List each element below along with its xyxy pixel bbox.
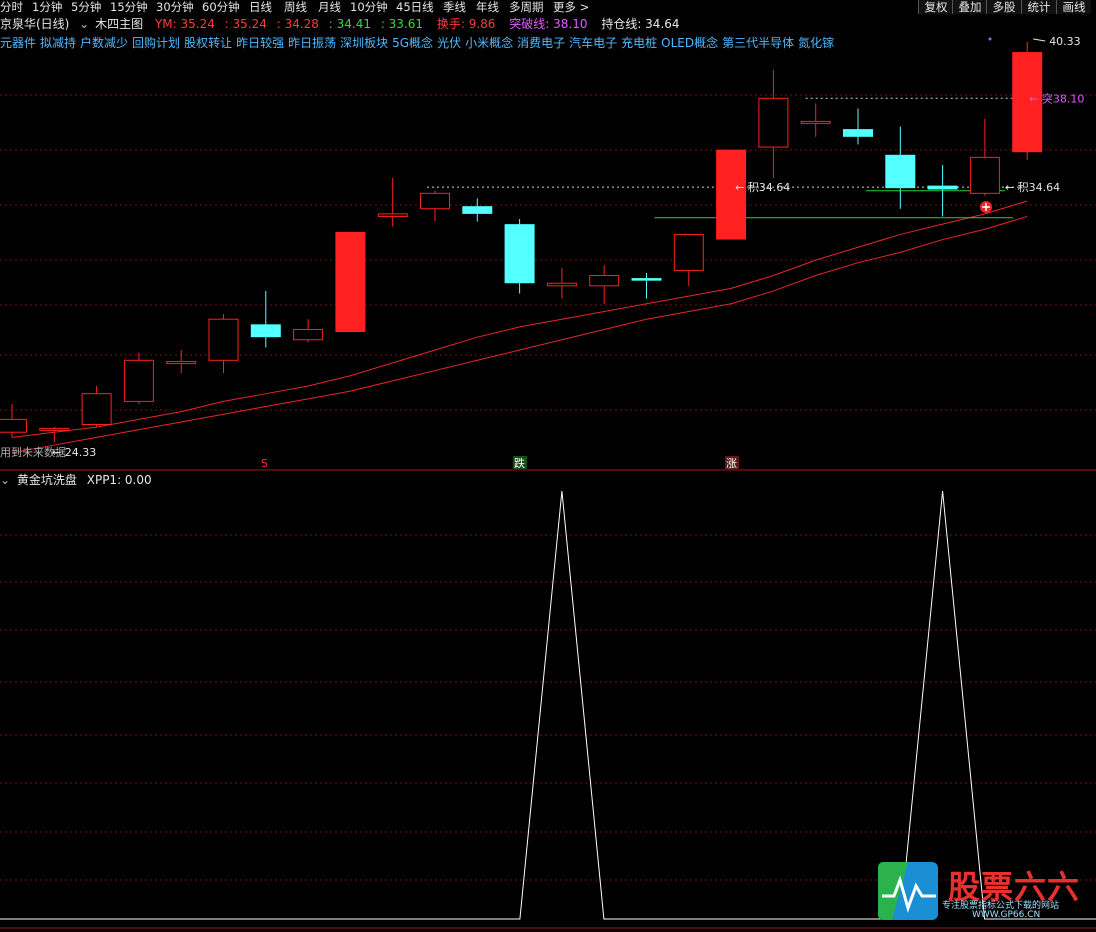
candle-body (716, 149, 747, 240)
candle-body (293, 328, 324, 341)
indicator-line (0, 490, 1096, 920)
breakout-marker: ← 突38.10 (1029, 91, 1084, 105)
indicator-value: XPP1: 0.00 (86, 473, 152, 487)
hold-marker-left: ← 积34.64 (735, 181, 790, 194)
signal-fall: 跌 (514, 456, 525, 470)
candle-body (166, 361, 197, 365)
kline-chart[interactable]: 40.33← 突38.10← 积34.64 ← 积34.64用到未来数据← 24.… (0, 0, 1096, 932)
low-marker: ← 24.33 (52, 446, 96, 459)
candle-body (462, 206, 493, 214)
purple-dot (988, 37, 992, 41)
candle-body (420, 192, 450, 210)
candle-body (885, 154, 916, 189)
candle-body (800, 120, 831, 124)
hold-marker-right: ← 积34.64 (1005, 181, 1060, 194)
candle-body (335, 231, 366, 333)
logo-url: WWW.GP66.CN (972, 910, 1041, 920)
candle-body (673, 233, 704, 271)
candle-body (208, 318, 239, 361)
candle-body (546, 282, 577, 287)
site-logo: 股票六六 专注股票指标公式下载的网站 WWW.GP66.CN (876, 860, 1092, 926)
candle-body (589, 275, 620, 287)
candle-body (123, 359, 154, 402)
high-label: 40.33 (1049, 35, 1081, 48)
high-pointer (1033, 38, 1046, 42)
candle-body (250, 324, 281, 338)
candle-body (377, 213, 408, 217)
indicator-title[interactable]: 黄金坑洗盘 (17, 473, 77, 487)
indicator-settings-icon[interactable]: ⌄ (0, 473, 10, 487)
candle-body (631, 278, 662, 281)
candle-body (758, 97, 789, 148)
candle-body (81, 393, 112, 426)
candle-body (843, 129, 873, 137)
candle-body (927, 185, 958, 190)
candle-body (0, 418, 27, 433)
candle-body (969, 156, 1000, 194)
signal-rise: 涨 (726, 457, 737, 470)
logo-emblem-icon (878, 862, 938, 920)
candle-body (39, 427, 70, 431)
candle-body (504, 224, 535, 284)
signal-s: S (261, 457, 268, 470)
indicator-title-bar: ⌄ 黄金坑洗盘 XPP1: 0.00 (0, 472, 152, 488)
